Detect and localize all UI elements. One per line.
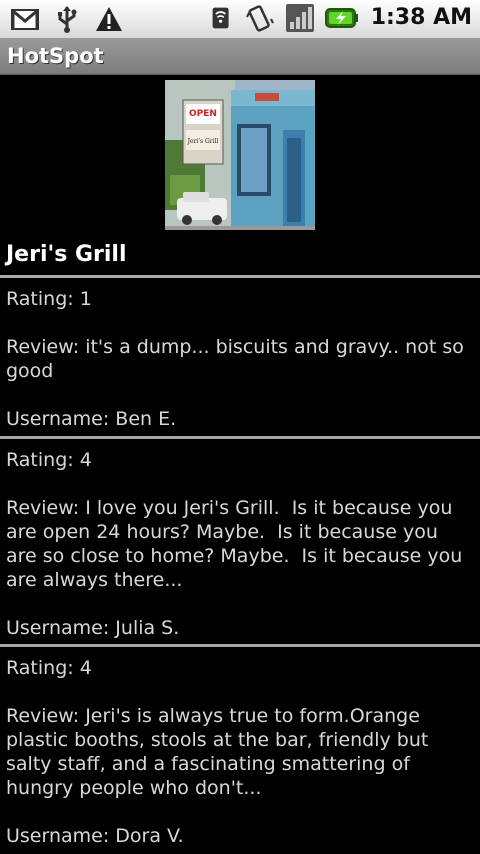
place-photo: OPEN Jeri's Grill <box>165 80 315 230</box>
review-rating: Rating: 4 <box>6 657 92 679</box>
review-list-item[interactable]: Rating: 1 Review: it's a dump... biscuit… <box>0 278 480 436</box>
signal-icon <box>285 4 314 32</box>
review-username: Username: Ben E. <box>6 408 177 430</box>
place-detail[interactable]: OPEN Jeri's Grill Jeri's Grill Rating: 1… <box>0 75 480 854</box>
battery-icon <box>324 8 358 28</box>
clock: 1:38 AM <box>370 5 472 30</box>
system-icons: 1:38 AM <box>211 3 472 33</box>
review-text: Review: Jeri's is always true to form.Or… <box>6 705 435 799</box>
app-title: HotSpot <box>7 44 104 68</box>
usb-icon[interactable] <box>52 4 82 34</box>
review-rating: Rating: 4 <box>6 449 92 471</box>
warning-icon[interactable] <box>94 4 124 34</box>
photo-grill-sign: Jeri's Grill <box>187 138 219 145</box>
review-list-item[interactable]: Rating: 4 Review: I love you Jeri's Gril… <box>0 439 480 644</box>
wifi-icon <box>212 7 229 29</box>
place-name: Jeri's Grill <box>6 242 127 267</box>
gmail-icon[interactable] <box>10 4 40 34</box>
review-username: Username: Dora V. <box>6 825 184 847</box>
review-username: Username: Julia S. <box>6 617 180 639</box>
review-rating: Rating: 1 <box>6 288 92 310</box>
review-list-item[interactable]: Rating: 4 Review: Jeri's is always true … <box>0 647 480 852</box>
review-text: Review: I love you Jeri's Grill. Is it b… <box>6 497 469 591</box>
app-title-bar: HotSpot <box>0 39 480 75</box>
notification-icons <box>10 4 124 34</box>
photo-open-sign: OPEN <box>189 109 217 119</box>
review-text: Review: it's a dump... biscuits and grav… <box>6 336 470 382</box>
vibrate-icon <box>245 5 274 32</box>
status-bar: 1:38 AM <box>0 0 480 39</box>
